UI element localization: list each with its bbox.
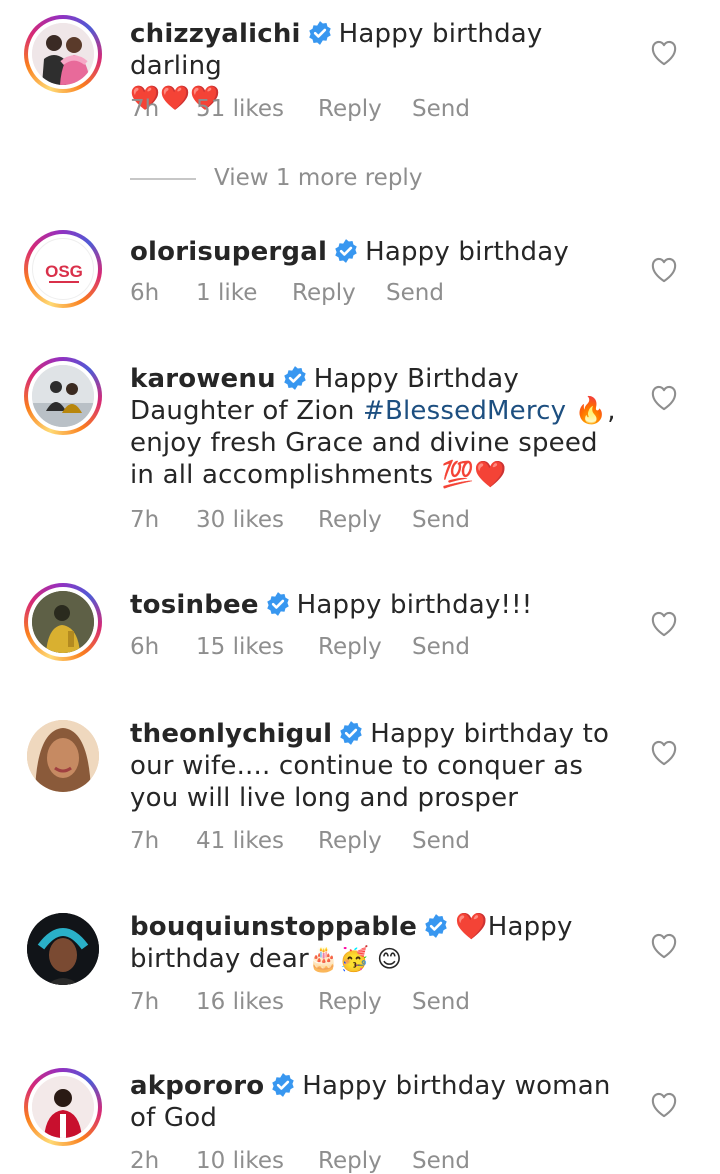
comment-username[interactable]: theonlychigul <box>130 719 332 749</box>
reply-button[interactable]: Reply <box>318 828 412 854</box>
avatar[interactable] <box>24 910 102 988</box>
send-button[interactable]: Send <box>412 507 470 533</box>
verified-badge-icon <box>340 721 363 745</box>
avatar[interactable] <box>24 583 102 661</box>
send-button[interactable]: Send <box>412 1148 470 1174</box>
comment-meta: 7h 16 likes Reply Send <box>130 989 470 1015</box>
svg-text:OSG: OSG <box>45 262 83 281</box>
comment-time: 2h <box>130 1148 160 1174</box>
reply-button[interactable]: Reply <box>292 280 386 306</box>
comment-likes[interactable]: 10 likes <box>196 1148 318 1174</box>
comment-meta: 6h 15 likes Reply Send <box>130 634 470 660</box>
comment-text: karowenu Happy Birthday Daughter of Zion … <box>130 363 630 491</box>
divider <box>130 178 196 180</box>
comment-text: bouquiunstoppable ❤️Happy birthday dear🎂🥳… <box>130 911 630 975</box>
heart-outline-icon[interactable] <box>650 257 678 283</box>
heart-outline-icon[interactable] <box>650 1092 678 1118</box>
comment-meta: 7h 51 likes Reply Send <box>130 96 470 122</box>
avatar[interactable]: OSG <box>24 230 102 308</box>
comment-time: 6h <box>130 634 160 660</box>
avatar[interactable] <box>24 357 102 435</box>
comment-time: 7h <box>130 96 160 122</box>
comment-likes[interactable]: 1 like <box>196 280 292 306</box>
comment-username[interactable]: olorisupergal <box>130 237 327 267</box>
celebration-emoji: 🎂🥳 😊 <box>308 945 403 973</box>
comment-text: tosinbee Happy birthday!!! <box>130 589 630 621</box>
send-button[interactable]: Send <box>412 828 470 854</box>
send-button[interactable]: Send <box>412 989 470 1015</box>
reply-button[interactable]: Reply <box>318 989 412 1015</box>
comment-time: 7h <box>130 989 160 1015</box>
heart-outline-icon[interactable] <box>650 385 678 411</box>
reply-button[interactable]: Reply <box>318 507 412 533</box>
comment-username[interactable]: chizzyalichi <box>130 19 301 49</box>
verified-badge-icon <box>284 366 306 390</box>
comment-meta: 2h 10 likes Reply Send <box>130 1148 470 1174</box>
verified-badge-icon <box>266 592 289 616</box>
comment-username[interactable]: tosinbee <box>130 590 259 620</box>
comment-username[interactable]: karowenu <box>130 364 276 394</box>
view-more-label[interactable]: View 1 more reply <box>214 165 422 191</box>
reply-button[interactable]: Reply <box>318 1148 412 1174</box>
heart-outline-icon[interactable] <box>650 40 678 66</box>
comment-body: Happy birthday!!! <box>296 590 533 620</box>
heart-outline-icon[interactable] <box>650 933 678 959</box>
avatar[interactable] <box>24 1068 102 1146</box>
comment-likes[interactable]: 41 likes <box>196 828 318 854</box>
heart-outline-icon[interactable] <box>650 740 678 766</box>
comment-time: 7h <box>130 828 160 854</box>
send-button[interactable]: Send <box>412 634 470 660</box>
comment-text: theonlychigul Happy birthday to our wife.… <box>130 718 630 814</box>
comment-time: 7h <box>130 507 160 533</box>
send-button[interactable]: Send <box>386 280 444 306</box>
comment-username[interactable]: akpororo <box>130 1071 264 1101</box>
comment-likes[interactable]: 16 likes <box>196 989 318 1015</box>
comment-body: Happy birthday <box>365 237 569 267</box>
verified-badge-icon <box>272 1073 295 1097</box>
reply-button[interactable]: Reply <box>318 96 412 122</box>
comment-text: olorisupergal Happy birthday <box>130 236 630 268</box>
send-button[interactable]: Send <box>412 96 470 122</box>
verified-badge-icon <box>335 239 357 263</box>
comment-text: akpororo Happy birthday woman of God <box>130 1070 630 1134</box>
comment-time: 6h <box>130 280 160 306</box>
comment-likes[interactable]: 15 likes <box>196 634 318 660</box>
verified-badge-icon <box>425 914 447 938</box>
heart-outline-icon[interactable] <box>650 611 678 637</box>
comment-meta: 7h 30 likes Reply Send <box>130 507 470 533</box>
comment-likes[interactable]: 30 likes <box>196 507 318 533</box>
verified-badge-icon <box>308 21 331 45</box>
avatar[interactable] <box>24 717 102 795</box>
comment-meta: 6h 1 like Reply Send <box>130 280 444 306</box>
comment-likes[interactable]: 51 likes <box>196 96 318 122</box>
avatar[interactable] <box>24 15 102 93</box>
reply-button[interactable]: Reply <box>318 634 412 660</box>
comment-username[interactable]: bouquiunstoppable <box>130 912 417 942</box>
comment-meta: 7h 41 likes Reply Send <box>130 828 470 854</box>
hashtag-link[interactable]: #BlessedMercy <box>363 396 566 426</box>
